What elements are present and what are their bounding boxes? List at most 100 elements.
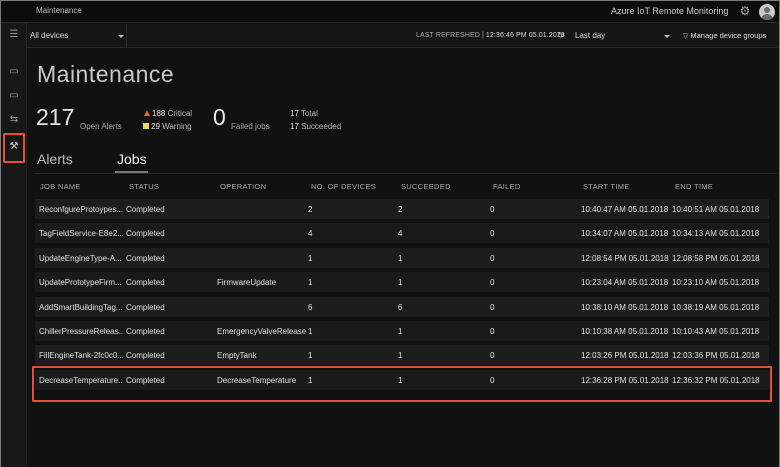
cell-status: Completed — [126, 351, 165, 361]
device-group-dropdown[interactable]: All devices — [27, 24, 127, 48]
total-jobs: 17 Total — [290, 109, 318, 118]
table-row[interactable]: ChillerPressureReleas... Completed Emergen… — [35, 321, 769, 341]
time-range-dropdown[interactable]: Last day — [567, 24, 673, 48]
cell-job-name: ChillerPressureReleas... — [39, 327, 123, 336]
cell-operation: DecreaseTemperature — [217, 375, 297, 385]
cell-succeeded: 1 — [398, 278, 403, 288]
cell-start-time: 10:34:07 AM 05.01.2018 — [581, 229, 669, 239]
last-refreshed: LAST REFRESHED | 12:36:46 PM 05.01.2018 — [416, 32, 565, 39]
cell-failed: 0 — [490, 229, 495, 239]
open-alerts-count: 217 — [36, 104, 75, 130]
table-row[interactable]: UpdatePrototypeFirm... Completed FirmwareU… — [35, 272, 769, 293]
chevron-down-icon — [664, 35, 670, 38]
column-header-start-time[interactable]: START TIME — [583, 182, 630, 191]
cell-failed: 0 — [490, 375, 495, 385]
cell-failed: 0 — [490, 205, 495, 214]
cell-succeeded: 1 — [398, 375, 403, 385]
cell-end-time: 12:03:36 PM 05.01.2018 — [672, 351, 760, 361]
warning-square-icon — [143, 123, 149, 129]
nav-rules-icon[interactable]: ⇆ — [6, 113, 22, 127]
cell-devices: 4 — [308, 229, 313, 239]
column-header-devices[interactable]: NO. OF DEVICES — [311, 182, 376, 191]
cell-end-time: 10:40:51 AM 05.01.2018 — [672, 205, 760, 214]
filter-funnel-icon: ▽ — [683, 33, 689, 40]
top-header: Maintenance Azure IoT Remote Monitoring … — [1, 1, 779, 23]
table-row[interactable]: DecreaseTemperature... Completed DecreaseT… — [35, 369, 769, 390]
maintenance-nav-highlight — [3, 133, 25, 163]
cell-failed: 0 — [490, 302, 495, 312]
table-row[interactable]: FillEngineTank-2fc0c0... Completed EmptyTa… — [35, 345, 769, 366]
cell-devices: 1 — [308, 253, 313, 263]
cell-devices: 1 — [308, 327, 313, 336]
tab-alerts[interactable]: Alerts — [37, 151, 73, 167]
cell-devices: 1 — [308, 351, 313, 361]
cell-succeeded: 1 — [398, 327, 403, 336]
cell-end-time: 10:10:43 AM 05.01.2018 — [672, 327, 760, 336]
cell-succeeded: 2 — [398, 205, 403, 214]
warning-alerts: 29 Warning — [143, 122, 192, 131]
cell-devices: 1 — [308, 278, 313, 288]
settings-gear-icon[interactable]: ⚙ — [738, 4, 752, 18]
page-title: Maintenance — [37, 61, 175, 87]
user-avatar-icon[interactable] — [759, 4, 775, 20]
cell-job-name: ReconfgureProtoypes... — [39, 205, 123, 214]
failed-jobs-count: 0 — [213, 104, 226, 130]
cell-start-time: 10:23:04 AM 05.01.2018 — [581, 278, 669, 288]
cell-failed: 0 — [490, 351, 495, 361]
cell-operation: EmergencyValveRelease — [217, 327, 307, 336]
cell-job-name: TagFieldService-E8e2... — [39, 229, 123, 239]
column-header-succeeded[interactable]: SUCCEEDED — [401, 182, 451, 191]
cell-succeeded: 6 — [398, 302, 403, 312]
table-row[interactable]: TagFieldService-E8e2... Completed 4 4 0 10:34… — [35, 223, 769, 244]
chevron-down-icon — [118, 35, 124, 38]
cell-status: Completed — [126, 253, 165, 263]
cell-succeeded: 1 — [398, 351, 403, 361]
last-refreshed-value: 12:36:46 PM 05.01.2018 — [485, 32, 565, 39]
jobs-table-header: JOB NAME STATUS OPERATION NO. OF DEVICES… — [35, 179, 779, 195]
column-header-operation[interactable]: OPERATION — [220, 182, 266, 191]
left-navigation: ☰ ▭ ▭ ⇆ ⚒ — [1, 23, 27, 467]
cell-job-name: DecreaseTemperature... — [39, 375, 123, 385]
cell-status: Completed — [126, 205, 165, 214]
time-range-value: Last day — [575, 31, 606, 40]
column-header-failed[interactable]: FAILED — [493, 182, 521, 191]
cell-operation: FirmwareUpdate — [217, 278, 277, 288]
column-header-end-time[interactable]: END TIME — [675, 182, 713, 191]
main-content: Maintenance 217 Open Alerts 188 Critical… — [27, 49, 779, 467]
cell-start-time: 10:10:38 AM 05.01.2018 — [581, 327, 669, 336]
hamburger-menu-icon[interactable]: ☰ — [6, 28, 22, 42]
cell-job-name: FillEngineTank-2fc0c0... — [39, 351, 123, 361]
table-row[interactable]: AddSmartBuildingTag... Completed 6 6 0 10:38:… — [35, 296, 769, 317]
critical-triangle-icon — [144, 110, 150, 116]
cell-start-time: 12:03:26 PM 05.01.2018 — [581, 351, 669, 361]
device-group-value: All devices — [30, 31, 69, 40]
breadcrumb[interactable]: Maintenance — [36, 6, 82, 15]
manage-device-groups-label: Manage device groups — [690, 31, 767, 40]
cell-end-time: 10:38:19 AM 05.01.2018 — [672, 302, 760, 312]
context-bar: All devices LAST REFRESHED | 12:36:46 PM… — [27, 24, 779, 48]
cell-end-time: 12:36:32 PM 05.01.2018 — [672, 375, 760, 385]
cell-end-time: 10:34:13 AM 05.01.2018 — [672, 229, 760, 239]
open-alerts-label: Open Alerts — [80, 122, 122, 131]
product-title: Azure IoT Remote Monitoring — [611, 6, 729, 16]
table-row[interactable]: ReconfgureProtoypes... Completed 2 2 0 10:40:… — [35, 199, 769, 219]
refresh-icon[interactable]: ↻ — [557, 30, 565, 41]
cell-failed: 0 — [490, 327, 495, 336]
cell-end-time: 12:08:58 PM 05.01.2018 — [672, 253, 760, 263]
tabs-divider — [35, 173, 779, 174]
cell-start-time: 10:40:47 AM 05.01.2018 — [581, 205, 669, 214]
succeeded-jobs: 17 Succeeded — [290, 122, 342, 131]
tab-jobs[interactable]: Jobs — [117, 151, 147, 167]
manage-device-groups-button[interactable]: ▽ Manage device groups — [683, 31, 766, 40]
cell-devices: 1 — [308, 375, 313, 385]
column-header-status[interactable]: STATUS — [129, 182, 159, 191]
critical-alerts: 188 Critical — [144, 109, 192, 118]
cell-start-time: 12:36:28 PM 05.01.2018 — [581, 375, 669, 385]
nav-dashboard-icon[interactable]: ▭ — [6, 65, 22, 79]
cell-status: Completed — [126, 327, 165, 336]
last-refreshed-label: LAST REFRESHED | — [416, 32, 484, 39]
nav-devices-icon[interactable]: ▭ — [6, 89, 22, 103]
cell-succeeded: 4 — [398, 229, 403, 239]
table-row[interactable]: UpdateEngineType-A... Completed 1 1 0 12:08:5… — [35, 247, 769, 268]
column-header-job-name[interactable]: JOB NAME — [40, 182, 81, 191]
